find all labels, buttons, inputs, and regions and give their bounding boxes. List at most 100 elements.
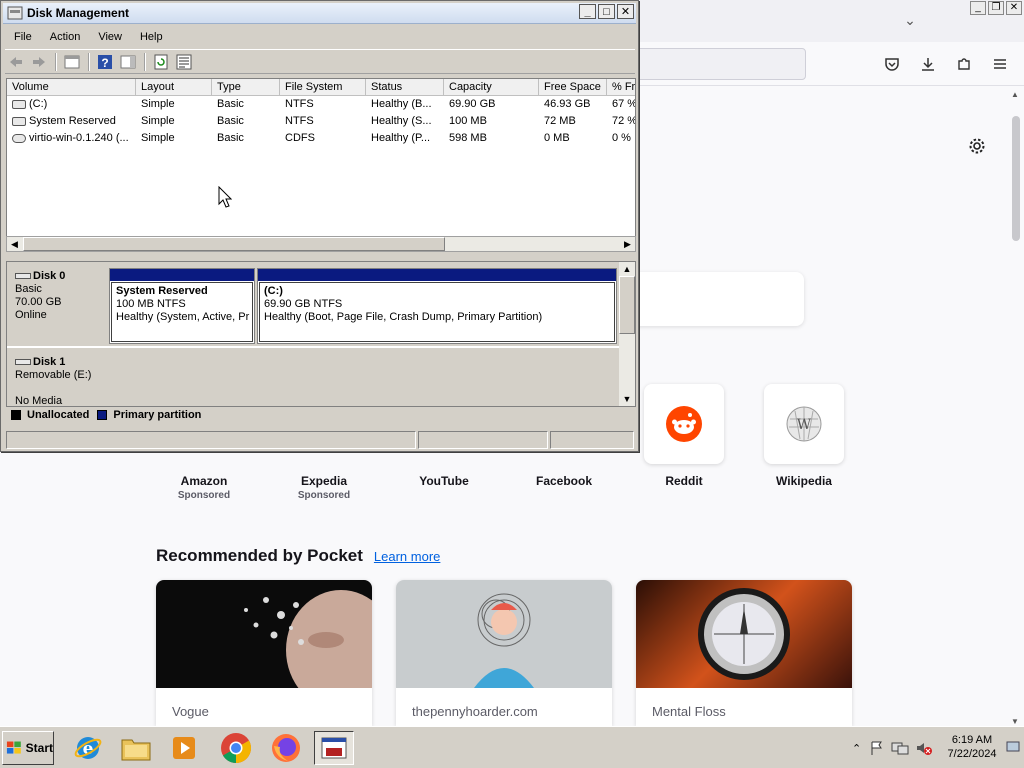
column-capacity[interactable]: Capacity <box>444 79 539 96</box>
close-icon[interactable]: ✕ <box>617 4 634 19</box>
column-type[interactable]: Type <box>212 79 280 96</box>
disk-0-row: Disk 0 Basic 70.00 GB Online System Rese… <box>7 262 619 346</box>
downloads-icon[interactable] <box>916 52 940 76</box>
free-space-cell: 0 MB <box>544 132 570 144</box>
refresh-icon[interactable] <box>150 52 171 71</box>
disk-media: No Media <box>15 395 63 407</box>
gear-icon[interactable] <box>965 134 989 158</box>
disk-0-info[interactable]: Disk 0 Basic 70.00 GB Online <box>9 264 105 344</box>
type-cell: Basic <box>217 98 244 110</box>
scroll-up-icon[interactable]: ▲ <box>619 262 635 276</box>
scroll-down-icon[interactable]: ▼ <box>1011 717 1019 726</box>
volume-muted-icon[interactable] <box>915 740 933 756</box>
column-file-system[interactable]: File System <box>280 79 366 96</box>
pocket-card[interactable]: Vogue <box>156 580 372 726</box>
disk-graphical-view: Disk 0 Basic 70.00 GB Online System Rese… <box>6 261 636 407</box>
legend-primary: Primary partition <box>113 409 202 421</box>
page-scrollbar[interactable]: ▲ ▼ <box>1007 86 1024 726</box>
minimize-icon[interactable]: _ <box>970 1 986 15</box>
column-volume[interactable]: Volume <box>7 79 136 96</box>
shortcut-label: YouTube <box>419 474 469 488</box>
disk-management-taskbar-icon[interactable] <box>314 731 354 765</box>
volume-list-header: Volume Layout Type File System Status Ca… <box>7 79 635 96</box>
shortcut-label: Amazon <box>180 474 228 488</box>
shortcut-wikipedia[interactable]: W Wikipedia <box>764 384 844 488</box>
free-space-cell: 46.93 GB <box>544 98 591 110</box>
show-hidden-icons-icon[interactable]: ⌃ <box>852 742 861 755</box>
action-center-flag-icon[interactable] <box>869 740 885 756</box>
shortcut-reddit[interactable]: Reddit <box>644 384 724 488</box>
menu-help[interactable]: Help <box>131 31 172 43</box>
table-row[interactable]: System Reserved Simple Basic NTFS Health… <box>7 113 635 130</box>
status-bar <box>6 431 636 449</box>
clock[interactable]: 6:19 AM 7/22/2024 <box>940 733 1004 761</box>
pocket-title: Recommended by Pocket <box>156 546 363 565</box>
shortcut-label: Reddit <box>665 474 703 488</box>
scrollbar-thumb[interactable] <box>619 276 635 334</box>
status-pane <box>418 431 548 449</box>
svg-text:?: ? <box>101 56 108 70</box>
file-explorer-icon[interactable] <box>116 731 156 765</box>
volume-list-hscrollbar[interactable]: ◀ ▶ <box>6 236 636 252</box>
network-icon[interactable] <box>891 740 909 756</box>
volume-list[interactable]: Volume Layout Type File System Status Ca… <box>6 78 636 252</box>
column-free-space[interactable]: Free Space <box>539 79 607 96</box>
filesystem-cell: NTFS <box>285 115 314 127</box>
scroll-left-icon[interactable]: ◀ <box>7 237 22 251</box>
forward-icon[interactable] <box>28 52 49 71</box>
partition-size: 69.90 GB NTFS <box>264 298 343 310</box>
show-hide-console-tree-icon[interactable] <box>61 52 82 71</box>
menu-file[interactable]: File <box>5 31 41 43</box>
graphical-view-vscrollbar[interactable]: ▲ ▼ <box>619 262 635 406</box>
status-pane <box>6 431 416 449</box>
help-icon[interactable]: ? <box>94 52 115 71</box>
disk-icon <box>15 273 31 280</box>
disk-1-info[interactable]: Disk 1 Removable (E:) No Media <box>9 350 105 407</box>
pocket-card[interactable]: Mental Floss <box>636 580 852 726</box>
card-image <box>156 580 372 688</box>
table-row[interactable]: virtio-win-0.1.240 (... Simple Basic CDF… <box>7 130 635 147</box>
scrollbar-thumb[interactable] <box>23 237 445 251</box>
firefox-window-controls: _ ❐ ✕ <box>970 1 1022 15</box>
pocket-icon[interactable] <box>880 52 904 76</box>
scrollbar-thumb[interactable] <box>1012 116 1020 241</box>
column-layout[interactable]: Layout <box>136 79 212 96</box>
close-icon[interactable]: ✕ <box>1006 1 1022 15</box>
table-row[interactable]: (C:) Simple Basic NTFS Healthy (B... 69.… <box>7 96 636 113</box>
list-all-tabs-icon[interactable]: ⌄ <box>900 10 920 30</box>
back-icon[interactable] <box>5 52 26 71</box>
scroll-right-icon[interactable]: ▶ <box>620 237 635 251</box>
toolbar: ? <box>5 49 635 74</box>
menu-action[interactable]: Action <box>41 31 90 43</box>
scroll-up-icon[interactable]: ▲ <box>1011 90 1019 99</box>
internet-explorer-icon[interactable]: e <box>68 731 108 765</box>
firefox-icon[interactable] <box>266 731 306 765</box>
menu-view[interactable]: View <box>89 31 131 43</box>
media-player-icon[interactable] <box>164 731 204 765</box>
learn-more-link[interactable]: Learn more <box>374 549 440 564</box>
status-cell: Healthy (P... <box>371 132 431 144</box>
clock-time: 6:19 AM <box>951 734 993 746</box>
partition-system-reserved[interactable]: System Reserved 100 MB NTFS Healthy (Sys… <box>109 268 255 344</box>
column-status[interactable]: Status <box>366 79 444 96</box>
layout-cell: Simple <box>141 115 175 127</box>
percent-free-cell: 67 % <box>612 98 636 110</box>
column-percent-free[interactable]: % Fr <box>607 79 635 96</box>
extensions-icon[interactable] <box>952 52 976 76</box>
pocket-card[interactable]: thepennyhoarder.com <box>396 580 612 726</box>
menu-icon[interactable] <box>988 52 1012 76</box>
scroll-down-icon[interactable]: ▼ <box>619 392 635 406</box>
properties-icon[interactable] <box>173 52 194 71</box>
title-bar[interactable]: Disk Management <box>3 3 636 24</box>
restore-icon[interactable]: ❐ <box>988 1 1004 15</box>
partition-c-drive[interactable]: (C:) 69.90 GB NTFS Healthy (Boot, Page F… <box>257 268 617 344</box>
mouse-cursor-icon <box>218 186 232 208</box>
pocket-header: Recommended by Pocket Learn more <box>156 546 440 566</box>
show-hide-action-pane-icon[interactable] <box>117 52 138 71</box>
start-button[interactable]: Start <box>2 731 54 765</box>
minimize-icon[interactable]: _ <box>579 4 596 19</box>
maximize-icon[interactable]: □ <box>598 4 615 19</box>
show-desktop-icon[interactable] <box>1006 741 1020 753</box>
volume-name: virtio-win-0.1.240 (... <box>29 132 129 144</box>
chrome-icon[interactable] <box>216 731 256 765</box>
